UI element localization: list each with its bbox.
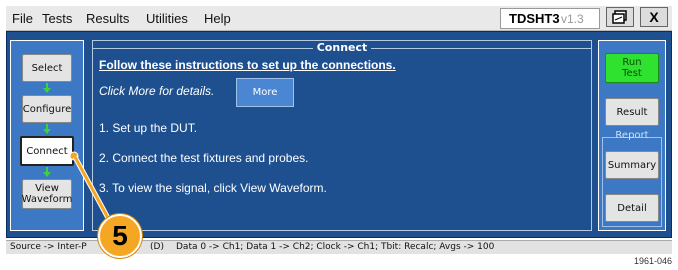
figure-number: 1961-046 <box>633 256 672 266</box>
callout-badge: 5 <box>98 214 142 258</box>
